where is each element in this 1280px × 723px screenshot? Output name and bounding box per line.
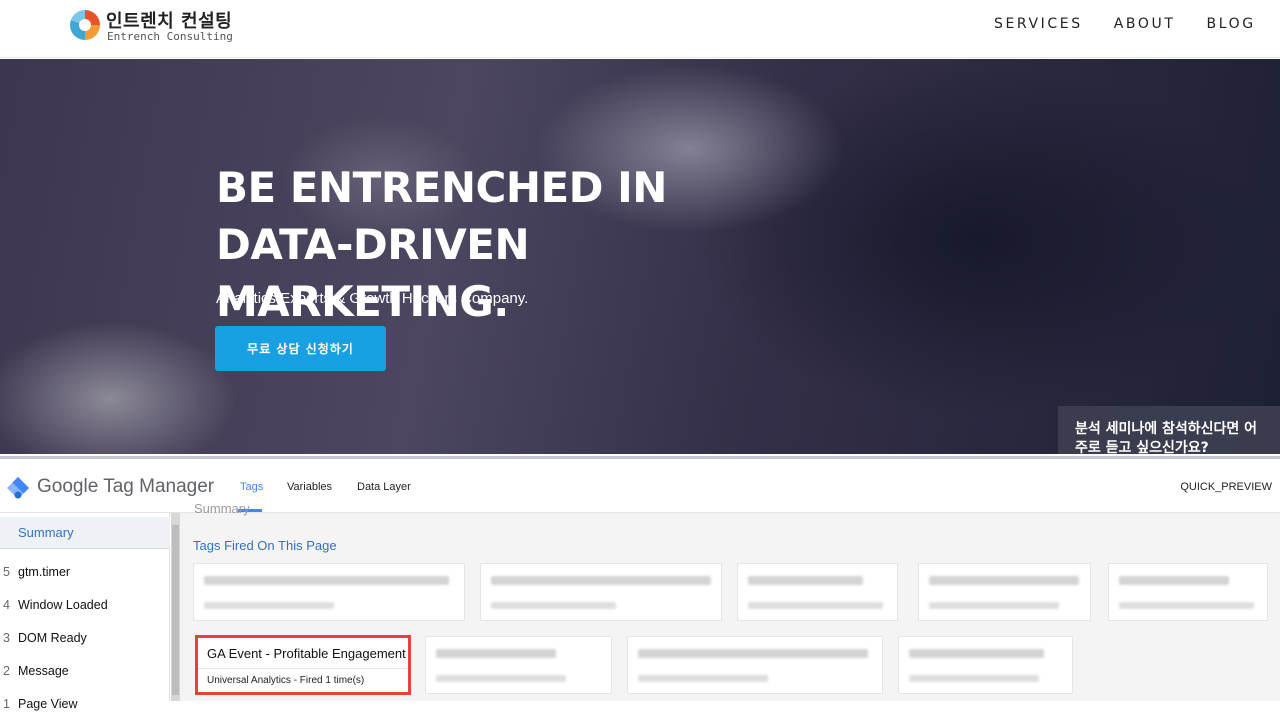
seminar-text-line1: 분석 세미나에 참석하신다면 어 (1075, 421, 1258, 437)
gtm-preview-panel: Google Tag Manager Tags Variables Data L… (0, 456, 1280, 711)
tag-fired-info: Universal Analytics - Fired 1 time(s) (207, 675, 365, 686)
event-number: 4 (3, 598, 10, 612)
event-label: DOM Ready (18, 631, 87, 645)
logo-title-english[interactable]: Entrench Consulting (107, 30, 233, 43)
nav-about[interactable]: ABOUT (1114, 16, 1176, 32)
tab-tags[interactable]: Tags (240, 481, 263, 493)
tag-card-blurred[interactable] (627, 636, 883, 694)
event-label: Message (18, 664, 69, 678)
hero-subtitle: Analytics Experts & Growth Hackers Compa… (216, 290, 529, 307)
tag-card-blurred[interactable] (737, 563, 898, 621)
sidebar-item-gtm-timer[interactable]: 5 gtm.timer (0, 559, 170, 591)
event-number: 1 (3, 697, 10, 711)
event-number: 3 (3, 631, 10, 645)
nav-blog[interactable]: BLOG (1206, 16, 1255, 32)
site-header: 인트렌치 컨설팅 Entrench Consulting SERVICES AB… (0, 0, 1280, 58)
tags-fired-heading: Tags Fired On This Page (193, 538, 337, 553)
scrollbar-thumb[interactable] (172, 525, 179, 695)
event-label: gtm.timer (18, 565, 71, 579)
event-number: 2 (3, 664, 10, 678)
summary-heading: Summary (194, 501, 250, 516)
tag-card-blurred[interactable] (898, 636, 1073, 694)
event-number: 5 (3, 565, 10, 579)
sidebar-item-page-view[interactable]: 1 Page View (0, 691, 170, 723)
tag-card-blurred[interactable] (480, 563, 722, 621)
tab-data-layer[interactable]: Data Layer (357, 481, 411, 493)
sidebar-scrollbar[interactable] (171, 513, 180, 701)
tab-variables[interactable]: Variables (287, 481, 332, 493)
tag-card-blurred[interactable] (425, 636, 612, 694)
tag-name: GA Event - Profitable Engagement (207, 646, 406, 661)
sidebar-item-dom-ready[interactable]: 3 DOM Ready (0, 625, 170, 657)
event-label: Page View (18, 697, 78, 711)
gtm-diamond-icon (7, 477, 29, 499)
seminar-text-line2: 주로 듣고 싶으신가요? (1075, 440, 1209, 454)
free-consultation-button[interactable]: 무료 상담 신청하기 (215, 326, 386, 371)
hero-banner: BE ENTRENCHED IN DATA-DRIVEN MARKETING. … (0, 59, 1280, 454)
sidebar-item-window-loaded[interactable]: 4 Window Loaded (0, 592, 170, 624)
event-timeline-sidebar: Summary 5 gtm.timer 4 Window Loaded 3 DO… (0, 513, 170, 711)
logo-icon[interactable] (70, 10, 100, 40)
tag-card-blurred[interactable] (193, 563, 465, 621)
gtm-toolbar: Google Tag Manager Tags Variables Data L… (0, 459, 1280, 513)
main-nav: SERVICES ABOUT BLOG C (994, 16, 1280, 32)
nav-services[interactable]: SERVICES (994, 16, 1083, 32)
gtm-brand-title: Google Tag Manager (37, 476, 215, 497)
seminar-survey-popup[interactable]: 분석 세미나에 참석하신다면 어 주로 듣고 싶으신가요? (1058, 406, 1280, 454)
tag-card-blurred[interactable] (1108, 563, 1268, 621)
tags-summary-main: Summary Tags Fired On This Page GA Event… (180, 501, 1280, 701)
tag-card-blurred[interactable] (918, 563, 1091, 621)
tag-card-ga-event-profitable-engagement[interactable]: GA Event - Profitable Engagement Univers… (195, 635, 411, 695)
sidebar-item-message[interactable]: 2 Message (0, 658, 170, 690)
quick-preview-label: QUICK_PREVIEW (1180, 481, 1272, 493)
event-label: Window Loaded (18, 598, 108, 612)
sidebar-item-summary[interactable]: Summary (0, 517, 170, 549)
tag-card-divider (198, 668, 408, 669)
